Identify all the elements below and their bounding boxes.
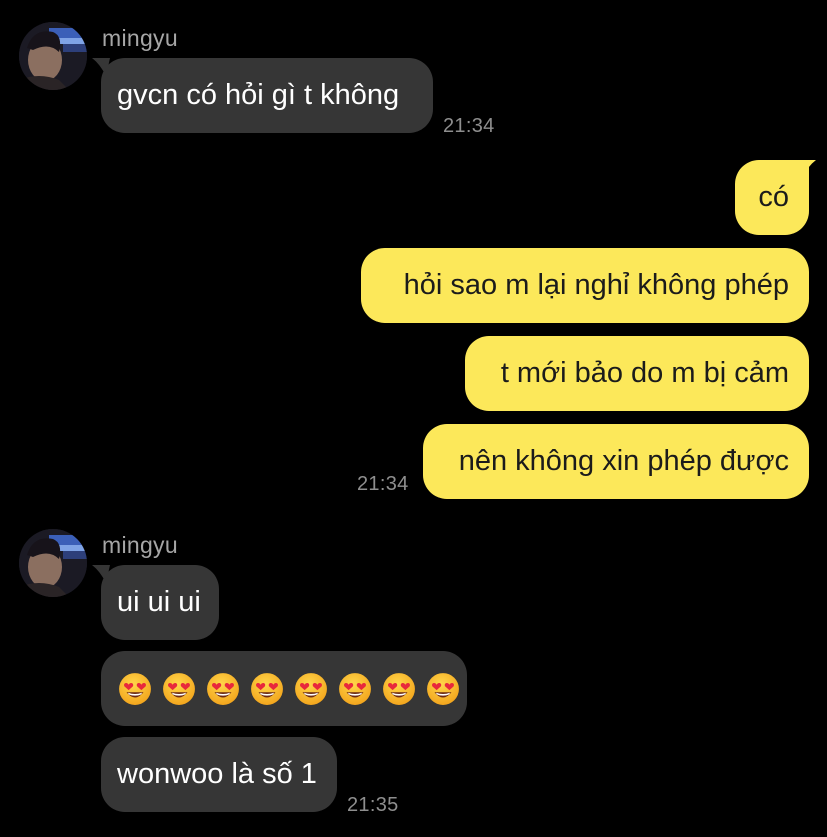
smiling-face-with-heart-eyes-icon xyxy=(207,672,239,705)
message-timestamp: 21:35 xyxy=(347,794,399,816)
sender-avatar[interactable] xyxy=(19,529,87,597)
bubble-tail-icon xyxy=(798,160,816,178)
bubble-tail-icon xyxy=(92,565,110,583)
sender-avatar[interactable] xyxy=(19,22,87,90)
message-text: có xyxy=(758,181,789,213)
message-bubble[interactable]: hỏi sao m lại nghỉ không phép xyxy=(361,248,809,323)
sender-name: mingyu xyxy=(102,25,178,51)
message-bubble[interactable]: nên không xin phép được xyxy=(423,424,809,499)
smiling-face-with-heart-eyes-icon xyxy=(163,672,195,705)
smiling-face-with-heart-eyes-icon xyxy=(427,672,459,705)
smiling-face-with-heart-eyes-icon xyxy=(251,672,283,705)
smiling-face-with-heart-eyes-icon xyxy=(119,672,151,705)
message-bubble[interactable]: gvcn có hỏi gì t không xyxy=(101,58,433,133)
message-text: wonwoo là số 1 xyxy=(117,758,317,790)
message-text: gvcn có hỏi gì t không xyxy=(117,79,400,111)
message-bubble[interactable]: wonwoo là số 1 xyxy=(101,737,337,812)
message-bubble[interactable]: ui ui ui xyxy=(101,565,219,640)
emoji-message-bubble[interactable] xyxy=(101,651,467,726)
smiling-face-with-heart-eyes-icon xyxy=(295,672,327,705)
message-bubble[interactable]: t mới bảo do m bị cảm xyxy=(465,336,809,411)
message-text: hỏi sao m lại nghỉ không phép xyxy=(403,269,789,301)
message-text: t mới bảo do m bị cảm xyxy=(500,357,789,389)
emoji-row xyxy=(118,672,460,706)
message-timestamp: 21:34 xyxy=(357,473,409,495)
message-timestamp: 21:34 xyxy=(443,115,495,137)
message-text: nên không xin phép được xyxy=(458,445,789,477)
smiling-face-with-heart-eyes-icon xyxy=(339,672,371,705)
bubble-tail-icon xyxy=(92,58,110,76)
sender-name: mingyu xyxy=(102,532,178,558)
message-text: ui ui ui xyxy=(117,586,201,618)
smiling-face-with-heart-eyes-icon xyxy=(383,672,415,705)
